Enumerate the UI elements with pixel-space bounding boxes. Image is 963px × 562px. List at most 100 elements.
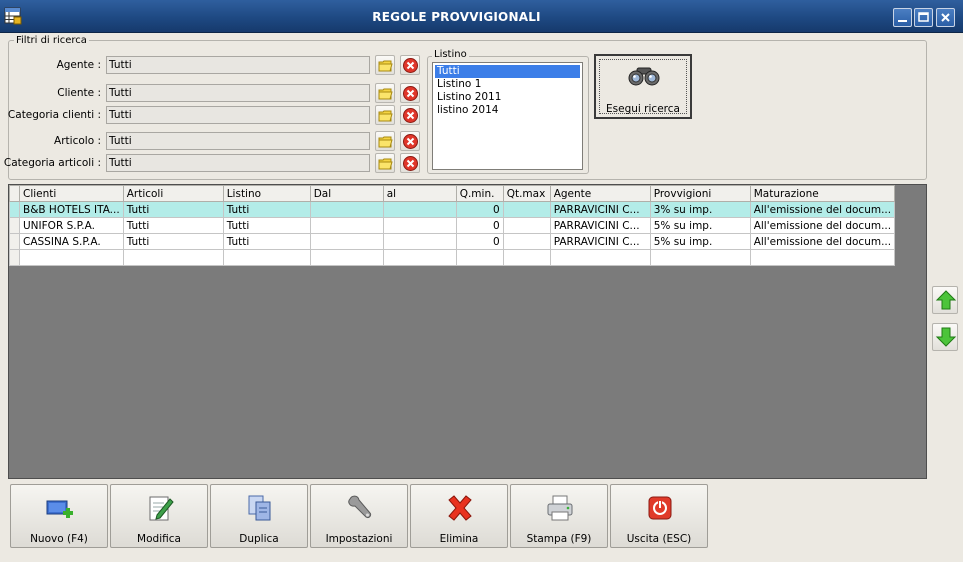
edit-button-label: Modifica (137, 533, 181, 545)
cell-empty (455, 249, 504, 266)
cliente-browse-button[interactable] (375, 83, 395, 103)
cell-provvigioni: 5% su imp. (649, 233, 751, 250)
articolo-field[interactable]: Tutti (106, 132, 370, 150)
listino-listbox[interactable]: Tutti Listino 1 Listino 2011 listino 201… (432, 62, 583, 170)
cliente-clear-button[interactable] (400, 83, 420, 103)
maximize-button[interactable] (914, 8, 933, 27)
wrench-icon (348, 495, 372, 518)
table-row[interactable]: CASSINA S.P.A. Tutti Tutti 0 PARRAVICINI… (9, 233, 896, 250)
listino-option[interactable]: Tutti (435, 65, 580, 78)
move-down-button[interactable] (932, 323, 958, 351)
column-header-clienti[interactable]: Clienti (19, 185, 124, 202)
column-header-dal[interactable]: Dal (309, 185, 384, 202)
delete-button-label: Elimina (439, 533, 479, 545)
listino-option[interactable]: Listino 1 (435, 78, 580, 91)
cell-maturazione: All'emissione del docum... (749, 217, 896, 234)
cell-listino: Tutti (222, 201, 311, 218)
edit-button[interactable]: Modifica (110, 484, 208, 548)
table-row[interactable]: UNIFOR S.P.A. Tutti Tutti 0 PARRAVICINI … (9, 217, 896, 234)
cell-provvigioni: 3% su imp. (649, 201, 751, 218)
agente-browse-button[interactable] (375, 55, 395, 75)
new-icon (46, 500, 73, 518)
row-selector[interactable] (9, 249, 20, 266)
search-button[interactable]: Esegui ricerca (594, 54, 692, 119)
cell-qtmax (502, 217, 551, 234)
clear-icon (403, 134, 418, 149)
categoria-clienti-label: Categoria clienti : (7, 109, 101, 121)
cell-dal (309, 201, 384, 218)
column-header-al[interactable]: al (382, 185, 457, 202)
cell-empty (382, 249, 457, 266)
cell-agente: PARRAVICINI C... (549, 201, 651, 218)
arrow-down-icon (935, 327, 957, 347)
column-header-listino[interactable]: Listino (222, 185, 311, 202)
cell-empty (222, 249, 311, 266)
edit-icon (149, 496, 174, 521)
categoria-clienti-field[interactable]: Tutti (106, 106, 370, 124)
delete-icon (448, 495, 472, 521)
move-up-button[interactable] (932, 286, 958, 314)
cell-provvigioni: 5% su imp. (649, 217, 751, 234)
column-header-maturazione[interactable]: Maturazione (749, 185, 896, 202)
cell-listino: Tutti (222, 217, 311, 234)
window-title: REGOLE PROVVIGIONALI (372, 10, 541, 24)
binoculars-icon (628, 67, 660, 86)
categoria-articoli-label: Categoria articoli : (3, 157, 101, 169)
cell-clienti: UNIFOR S.P.A. (19, 217, 124, 234)
table-row[interactable]: B&B HOTELS ITA... Tutti Tutti 0 PARRAVIC… (9, 201, 896, 218)
results-grid-area: Clienti Articoli Listino Dal al Q.min. Q… (8, 184, 927, 479)
agente-clear-button[interactable] (400, 55, 420, 75)
articolo-browse-button[interactable] (375, 131, 395, 151)
cell-dal (309, 233, 384, 250)
duplicate-button-label: Duplica (239, 533, 279, 545)
column-header-qtmax[interactable]: Qt.max (502, 185, 551, 202)
maximize-icon (918, 12, 929, 22)
agente-field[interactable]: Tutti (106, 56, 370, 74)
column-header-qmin[interactable]: Q.min. (455, 185, 504, 202)
close-button[interactable] (936, 8, 955, 27)
row-selector[interactable] (9, 217, 20, 234)
table-row-empty[interactable] (9, 249, 896, 266)
cell-empty (309, 249, 384, 266)
row-selector[interactable] (9, 201, 20, 218)
listino-option[interactable]: Listino 2011 (435, 91, 580, 104)
categoria-clienti-browse-button[interactable] (375, 105, 395, 125)
row-selector[interactable] (9, 233, 20, 250)
categoria-articoli-browse-button[interactable] (375, 153, 395, 173)
new-button[interactable]: Nuovo (F4) (10, 484, 108, 548)
column-header-articoli[interactable]: Articoli (122, 185, 224, 202)
folder-icon (378, 110, 393, 122)
cell-empty (649, 249, 751, 266)
title-bar: REGOLE PROVVIGIONALI (0, 0, 963, 33)
settings-button[interactable]: Impostazioni (310, 484, 408, 548)
listino-group-title: Listino (432, 49, 469, 60)
cell-al (382, 233, 457, 250)
cell-qmin: 0 (455, 217, 504, 234)
clear-icon (403, 108, 418, 123)
settings-button-label: Impostazioni (325, 533, 393, 545)
duplicate-button[interactable]: Duplica (210, 484, 308, 548)
delete-button[interactable]: Elimina (410, 484, 508, 548)
cell-clienti: CASSINA S.P.A. (19, 233, 124, 250)
column-header-agente[interactable]: Agente (549, 185, 651, 202)
articolo-clear-button[interactable] (400, 131, 420, 151)
print-button[interactable]: Stampa (F9) (510, 484, 608, 548)
listino-option[interactable]: listino 2014 (435, 104, 580, 117)
cliente-field[interactable]: Tutti (106, 84, 370, 102)
cell-maturazione: All'emissione del docum... (749, 233, 896, 250)
cell-maturazione: All'emissione del docum... (749, 201, 896, 218)
exit-button[interactable]: Uscita (ESC) (610, 484, 708, 548)
cell-al (382, 201, 457, 218)
cell-articoli: Tutti (122, 217, 224, 234)
duplicate-icon (248, 495, 271, 521)
cell-dal (309, 217, 384, 234)
results-table[interactable]: Clienti Articoli Listino Dal al Q.min. Q… (9, 185, 896, 266)
close-icon (941, 13, 950, 22)
cell-al (382, 217, 457, 234)
cell-empty (549, 249, 651, 266)
categoria-articoli-field[interactable]: Tutti (106, 154, 370, 172)
column-header-provvigioni[interactable]: Provvigioni (649, 185, 751, 202)
minimize-button[interactable] (893, 8, 912, 27)
categoria-clienti-clear-button[interactable] (400, 105, 420, 125)
categoria-articoli-clear-button[interactable] (400, 153, 420, 173)
